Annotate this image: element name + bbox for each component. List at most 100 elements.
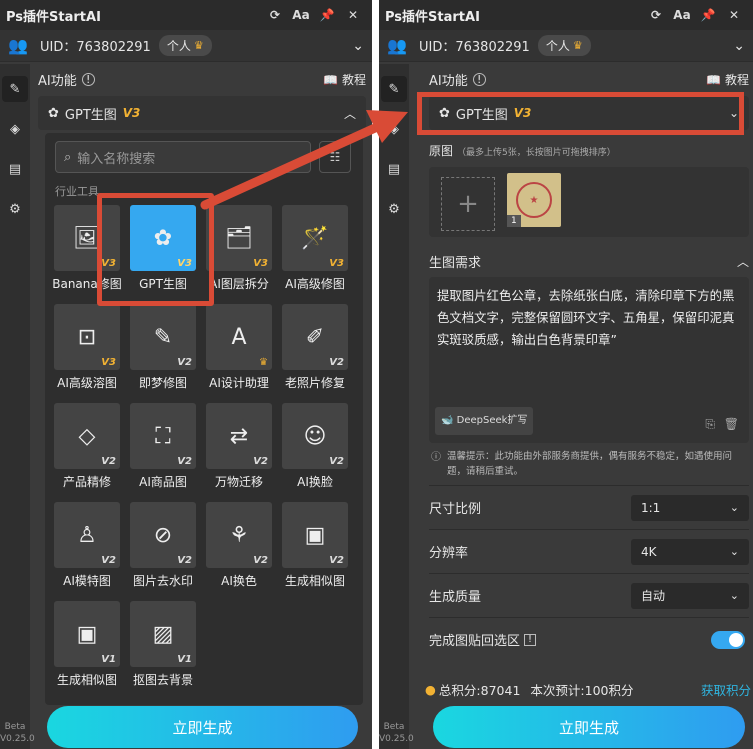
font-size-icon[interactable]: Aa bbox=[288, 8, 314, 22]
tool-tile[interactable]: ♙ V2 bbox=[54, 502, 120, 568]
resolution-row: 分辨率 4K ⌄ bbox=[429, 529, 749, 573]
tool-tile[interactable]: ◇ V2 bbox=[54, 403, 120, 469]
ratio-select[interactable]: 1:1 ⌄ bbox=[631, 494, 749, 521]
chevron-down-icon[interactable]: ⌄ bbox=[733, 38, 745, 54]
document-icon[interactable]: ▤ bbox=[381, 156, 407, 182]
tool-label[interactable]: 抠图去背景 bbox=[123, 671, 203, 688]
tool-tile[interactable]: ⊡ V3 bbox=[54, 304, 120, 370]
tool-tile[interactable]: ⚘ V2 bbox=[206, 502, 272, 568]
tutorial-link[interactable]: 📖 教程 bbox=[706, 71, 749, 88]
tool-label[interactable]: AI高级修图 bbox=[275, 275, 355, 292]
ratio-row: 尺寸比例 1:1 ⌄ bbox=[429, 485, 749, 529]
tool-label[interactable]: 生成相似图 bbox=[47, 671, 127, 688]
chevron-down-icon[interactable]: ⌄ bbox=[352, 38, 364, 54]
quality-select[interactable]: 自动 ⌄ bbox=[631, 582, 749, 609]
tool-tile[interactable]: A ♛ bbox=[206, 304, 272, 370]
tool-version-badge: V1 bbox=[177, 654, 192, 665]
add-image-button[interactable]: + bbox=[441, 177, 495, 231]
tool-label[interactable]: 万物迁移 bbox=[199, 473, 279, 490]
paste-back-label: 完成图贴回选区 bbox=[429, 634, 521, 649]
info-icon[interactable]: ! bbox=[81, 72, 95, 86]
tool-icon: ☺ bbox=[303, 423, 327, 449]
tool-label[interactable]: 老照片修复 bbox=[275, 374, 355, 391]
tool-tile[interactable]: ▨ V1 bbox=[130, 601, 196, 667]
seal-icon: ★ bbox=[516, 182, 552, 218]
tool-label[interactable]: AI换色 bbox=[199, 572, 279, 589]
tool-icon: ▣ bbox=[304, 522, 326, 548]
version-label: Beta V0.25.0 bbox=[379, 721, 414, 745]
tool-icon: A bbox=[231, 324, 247, 350]
refresh-icon[interactable]: ⟳ bbox=[643, 8, 669, 22]
app-title: Ps插件StartAI bbox=[6, 9, 101, 25]
tool-tile[interactable]: ▣ V1 bbox=[54, 601, 120, 667]
tool-version-badge: V2 bbox=[101, 555, 116, 566]
tool-label[interactable]: AI高级溶图 bbox=[47, 374, 127, 391]
tool-label[interactable]: AI换脸 bbox=[275, 473, 355, 490]
edit-icon[interactable]: ✎ bbox=[2, 76, 28, 102]
tool-label[interactable]: 即梦修图 bbox=[123, 374, 203, 391]
search-input[interactable]: ⌕ 输入名称搜索 bbox=[55, 141, 311, 173]
prompt-textarea[interactable]: 提取图片红色公章，去除纸张白底，清除印章下方的黑色文档文字，完整保留圆环文字、五… bbox=[429, 277, 749, 443]
info-icon[interactable]: ! bbox=[472, 72, 486, 86]
generate-button[interactable]: 立即生成 bbox=[433, 706, 745, 748]
ai-function-label: AI功能 bbox=[429, 73, 468, 89]
edit-icon[interactable]: ✎ bbox=[381, 76, 407, 102]
tool-label[interactable]: 生成相似图 bbox=[275, 572, 355, 589]
plan-badge[interactable]: 个人 ♛ bbox=[158, 35, 212, 56]
resolution-label: 分辨率 bbox=[429, 546, 469, 561]
paste-back-toggle[interactable] bbox=[711, 630, 745, 649]
tutorial-label: 教程 bbox=[724, 72, 749, 87]
tool-tile[interactable]: ⇄ V2 bbox=[206, 403, 272, 469]
document-icon[interactable]: ▤ bbox=[2, 156, 28, 182]
image-thumbnail[interactable]: ★ 1 bbox=[507, 173, 561, 227]
uid-text: UID：763802291 bbox=[419, 40, 530, 55]
layers-icon[interactable]: ◈ bbox=[2, 116, 28, 142]
tool-label[interactable]: AI模特图 bbox=[47, 572, 127, 589]
resolution-select[interactable]: 4K ⌄ bbox=[631, 538, 749, 565]
requirement-header[interactable]: 生图需求 ︿ bbox=[429, 245, 749, 277]
deepseek-expand-button[interactable]: 🐋 DeepSeek扩写 bbox=[435, 407, 534, 435]
ratio-value: 1:1 bbox=[641, 500, 661, 515]
tool-tile[interactable]: 🗂 V3 bbox=[206, 205, 272, 271]
original-image-header: 原图 （最多上传5张，长按图片可拖拽排序） bbox=[429, 142, 749, 159]
gear-icon[interactable]: ⚙ bbox=[2, 196, 28, 222]
copy-icon[interactable]: ⎘ bbox=[705, 413, 715, 435]
tool-label[interactable]: 图片去水印 bbox=[123, 572, 203, 589]
category-label: 行业工具 bbox=[55, 185, 99, 198]
deepseek-label: DeepSeek扩写 bbox=[456, 415, 528, 426]
model-selector[interactable]: ✿ GPT生图 V3 ︿ bbox=[38, 96, 366, 130]
tool-version-badge: V2 bbox=[253, 555, 268, 566]
tool-label[interactable]: 产品精修 bbox=[47, 473, 127, 490]
refresh-icon[interactable]: ⟳ bbox=[262, 8, 288, 22]
get-points-link[interactable]: 获取积分 bbox=[701, 680, 751, 699]
quality-value: 自动 bbox=[641, 589, 666, 603]
tool-tile[interactable]: ⊘ V2 bbox=[130, 502, 196, 568]
ai-function-label: AI功能 bbox=[38, 73, 77, 89]
user-bar: 👥 UID：763802291 个人 ♛ ⌄ bbox=[379, 30, 753, 62]
estimated-cost: 本次预计:100积分 bbox=[530, 683, 634, 698]
gear-icon[interactable]: ⚙ bbox=[381, 196, 407, 222]
pin-icon[interactable]: 📌 bbox=[314, 8, 340, 22]
chevron-up-icon: ︿ bbox=[736, 254, 749, 269]
tool-label[interactable]: AI商品图 bbox=[123, 473, 203, 490]
tool-tile[interactable]: ✐ V2 bbox=[282, 304, 348, 370]
tool-icon: ▨ bbox=[152, 621, 174, 647]
layers-icon[interactable]: ◈ bbox=[381, 116, 407, 142]
info-icon[interactable]: ! bbox=[524, 633, 537, 646]
tool-tile[interactable]: 🪄 V3 bbox=[282, 205, 348, 271]
plan-badge[interactable]: 个人 ♛ bbox=[537, 35, 591, 56]
trash-icon[interactable]: 🗑 bbox=[724, 413, 739, 435]
generate-button[interactable]: 立即生成 bbox=[47, 706, 358, 748]
tutorial-link[interactable]: 📖 教程 bbox=[323, 71, 366, 88]
tool-tile[interactable]: ☺ V2 bbox=[282, 403, 348, 469]
tool-tile[interactable]: ✎ V2 bbox=[130, 304, 196, 370]
close-icon[interactable]: ✕ bbox=[340, 8, 366, 22]
tool-tile[interactable]: ▣ V2 bbox=[282, 502, 348, 568]
font-size-icon[interactable]: Aa bbox=[669, 8, 695, 22]
pin-icon[interactable]: 📌 bbox=[695, 8, 721, 22]
upload-hint: （最多上传5张，长按图片可拖拽排序） bbox=[457, 148, 616, 158]
list-view-button[interactable]: ☷ bbox=[319, 141, 351, 173]
close-icon[interactable]: ✕ bbox=[721, 8, 747, 22]
tool-label[interactable]: AI设计助理 bbox=[199, 374, 279, 391]
tool-tile[interactable]: ⛶ V2 bbox=[130, 403, 196, 469]
